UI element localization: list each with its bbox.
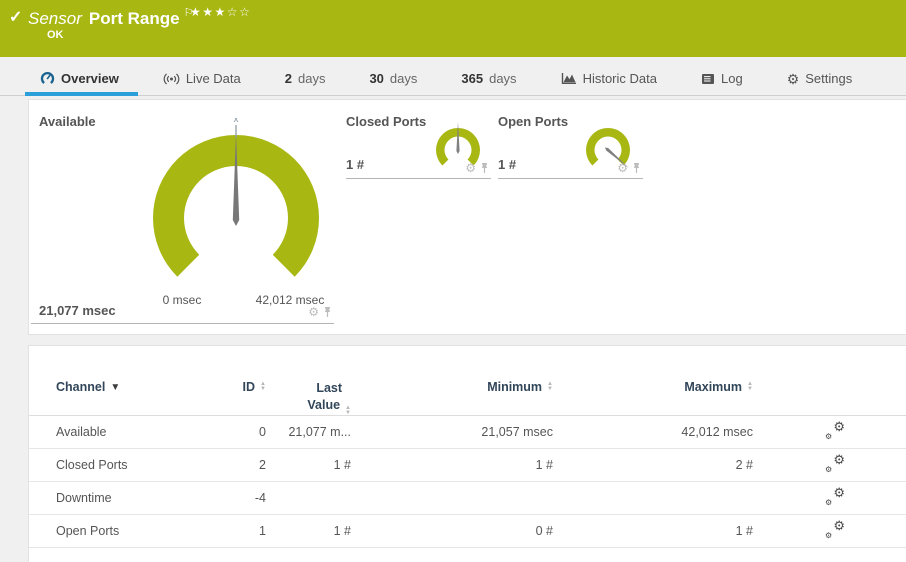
gauge-open-ports-actions: ⚙: [498, 162, 641, 174]
channel-name[interactable]: Open Ports: [56, 524, 206, 538]
mean-marker-label: x̄: [234, 118, 239, 125]
channel-maximum: 42,012 msec: [681, 425, 753, 439]
channel-id: 1: [259, 524, 266, 538]
sensor-type-label: Sensor: [28, 9, 82, 28]
table-header-row: Channel ▼ ID ▲ ▼ Last Value ▲ ▼ Minimum ▲ ▼ …: [29, 370, 906, 416]
pin-icon[interactable]: [632, 162, 641, 174]
status-check-icon: ✓: [9, 9, 23, 26]
historic-chart-icon: [561, 73, 576, 84]
pin-icon[interactable]: [480, 162, 489, 174]
gear-icon[interactable]: ⚙: [308, 306, 319, 318]
tab-log[interactable]: Log: [701, 71, 743, 86]
gauge-needle: [456, 122, 460, 154]
table-row[interactable]: Closed Ports 2 1 # 1 # 2 # ⚙ ⚙: [29, 449, 906, 482]
channel-maximum: 2 #: [735, 458, 753, 472]
gear-icon: ⚙: [786, 70, 800, 87]
star-icon[interactable]: ★: [202, 5, 214, 19]
tab-overview[interactable]: Overview: [25, 71, 138, 96]
gear-icon[interactable]: ⚙: [465, 162, 476, 174]
log-icon: [701, 73, 714, 84]
gauge-available-actions: ⚙: [31, 306, 332, 318]
channel-table-panel: Channel ▼ ID ▲ ▼ Last Value ▲ ▼ Minimum ▲ ▼ …: [28, 345, 906, 562]
channel-settings-icon[interactable]: ⚙ ⚙: [825, 518, 845, 540]
tab-label: Historic Data: [582, 71, 657, 86]
cell-divider: [498, 178, 643, 179]
channel-name[interactable]: Closed Ports: [56, 458, 206, 472]
gauge-available-label: Available: [39, 114, 96, 129]
gauge-closed-ports-label: Closed Ports: [346, 114, 427, 129]
star-icon[interactable]: ☆: [227, 5, 239, 19]
gauges-panel: Available x̄ 0 msec 42,012 msec 21,077 m…: [28, 99, 906, 335]
tab-label: Log: [720, 71, 743, 86]
tab-2-days[interactable]: 2 days: [285, 71, 326, 86]
col-header-maximum[interactable]: Maximum ▲ ▼: [553, 380, 753, 394]
gauge-arc: [586, 128, 630, 166]
col-header-channel[interactable]: Channel ▼: [56, 380, 206, 394]
tab-30-days[interactable]: 30 days: [369, 71, 417, 86]
channel-minimum: 0 #: [535, 524, 553, 538]
channel-name[interactable]: Available: [56, 425, 206, 439]
channel-settings-icon[interactable]: ⚙ ⚙: [825, 485, 845, 507]
tab-number: 30: [369, 71, 384, 86]
tab-label: Live Data: [185, 71, 241, 86]
tab-label: days: [389, 71, 418, 86]
cell-divider: [31, 323, 334, 324]
star-icon[interactable]: ★: [215, 5, 227, 19]
channel-id: 2: [259, 458, 266, 472]
star-icon[interactable]: ☆: [239, 5, 251, 19]
table-row[interactable]: Available 0 21,077 m... 21,057 msec 42,0…: [29, 416, 906, 449]
cell-divider: [346, 178, 491, 179]
sensor-header: ✓ Sensor Port Range ⚐ ★★★☆☆ OK: [0, 0, 906, 57]
sort-desc-icon: ▼: [110, 381, 121, 393]
gauge-closed-ports-actions: ⚙: [346, 162, 489, 174]
gear-icon[interactable]: ⚙: [617, 162, 628, 174]
tab-settings[interactable]: ⚙ Settings: [787, 71, 853, 86]
channel-last-value: 1 #: [333, 524, 351, 538]
sort-icon[interactable]: ▲ ▼: [345, 405, 351, 416]
channel-last-value: 21,077 m...: [288, 425, 351, 439]
tab-label: days: [297, 71, 326, 86]
tab-number: 365: [461, 71, 484, 86]
channel-maximum: 1 #: [735, 524, 753, 538]
status-badge: OK: [47, 29, 64, 41]
live-data-icon: [163, 73, 180, 84]
channel-id: -4: [254, 491, 266, 505]
table-row[interactable]: Open Ports 1 1 # 0 # 1 # ⚙ ⚙: [29, 515, 906, 548]
tab-label: days: [489, 71, 517, 86]
channel-name[interactable]: Downtime: [56, 491, 206, 505]
channel-settings-icon[interactable]: ⚙ ⚙: [825, 452, 845, 474]
sort-icon[interactable]: ▲ ▼: [747, 381, 753, 392]
col-header-id[interactable]: ID ▲ ▼: [206, 380, 266, 394]
tab-number: 2: [284, 71, 292, 86]
star-icon[interactable]: ★: [190, 5, 202, 19]
tab-365-days[interactable]: 365 days: [461, 71, 516, 86]
channel-minimum: 1 #: [535, 458, 553, 472]
gauge-open-ports-label: Open Ports: [498, 114, 569, 129]
tab-label: Overview: [61, 71, 119, 86]
page-title: Port Range: [88, 9, 180, 28]
gauge-scale-min: 0 msec: [162, 293, 202, 307]
channel-last-value: 1 #: [333, 458, 351, 472]
channel-minimum: 21,057 msec: [481, 425, 553, 439]
tab-bar: Overview Live Data 2 days 30 days 365 days …: [0, 57, 906, 96]
tab-label: Settings: [805, 71, 853, 86]
pin-icon[interactable]: [323, 306, 332, 318]
col-header-last-value[interactable]: Last Value ▲ ▼: [266, 380, 351, 416]
col-header-minimum[interactable]: Minimum ▲ ▼: [351, 380, 553, 394]
table-row[interactable]: Downtime -4 ⚙ ⚙: [29, 482, 906, 515]
tab-historic-data[interactable]: Historic Data: [561, 71, 657, 86]
tab-live-data[interactable]: Live Data: [163, 71, 241, 86]
channel-id: 0: [259, 425, 266, 439]
priority-stars[interactable]: ★★★☆☆: [190, 5, 251, 19]
gauge-icon: [40, 72, 55, 84]
channel-settings-icon[interactable]: ⚙ ⚙: [825, 419, 845, 441]
sensor-title-line: Sensor Port Range ⚐: [28, 6, 193, 29]
gauge-available[interactable]: x̄: [136, 118, 336, 318]
